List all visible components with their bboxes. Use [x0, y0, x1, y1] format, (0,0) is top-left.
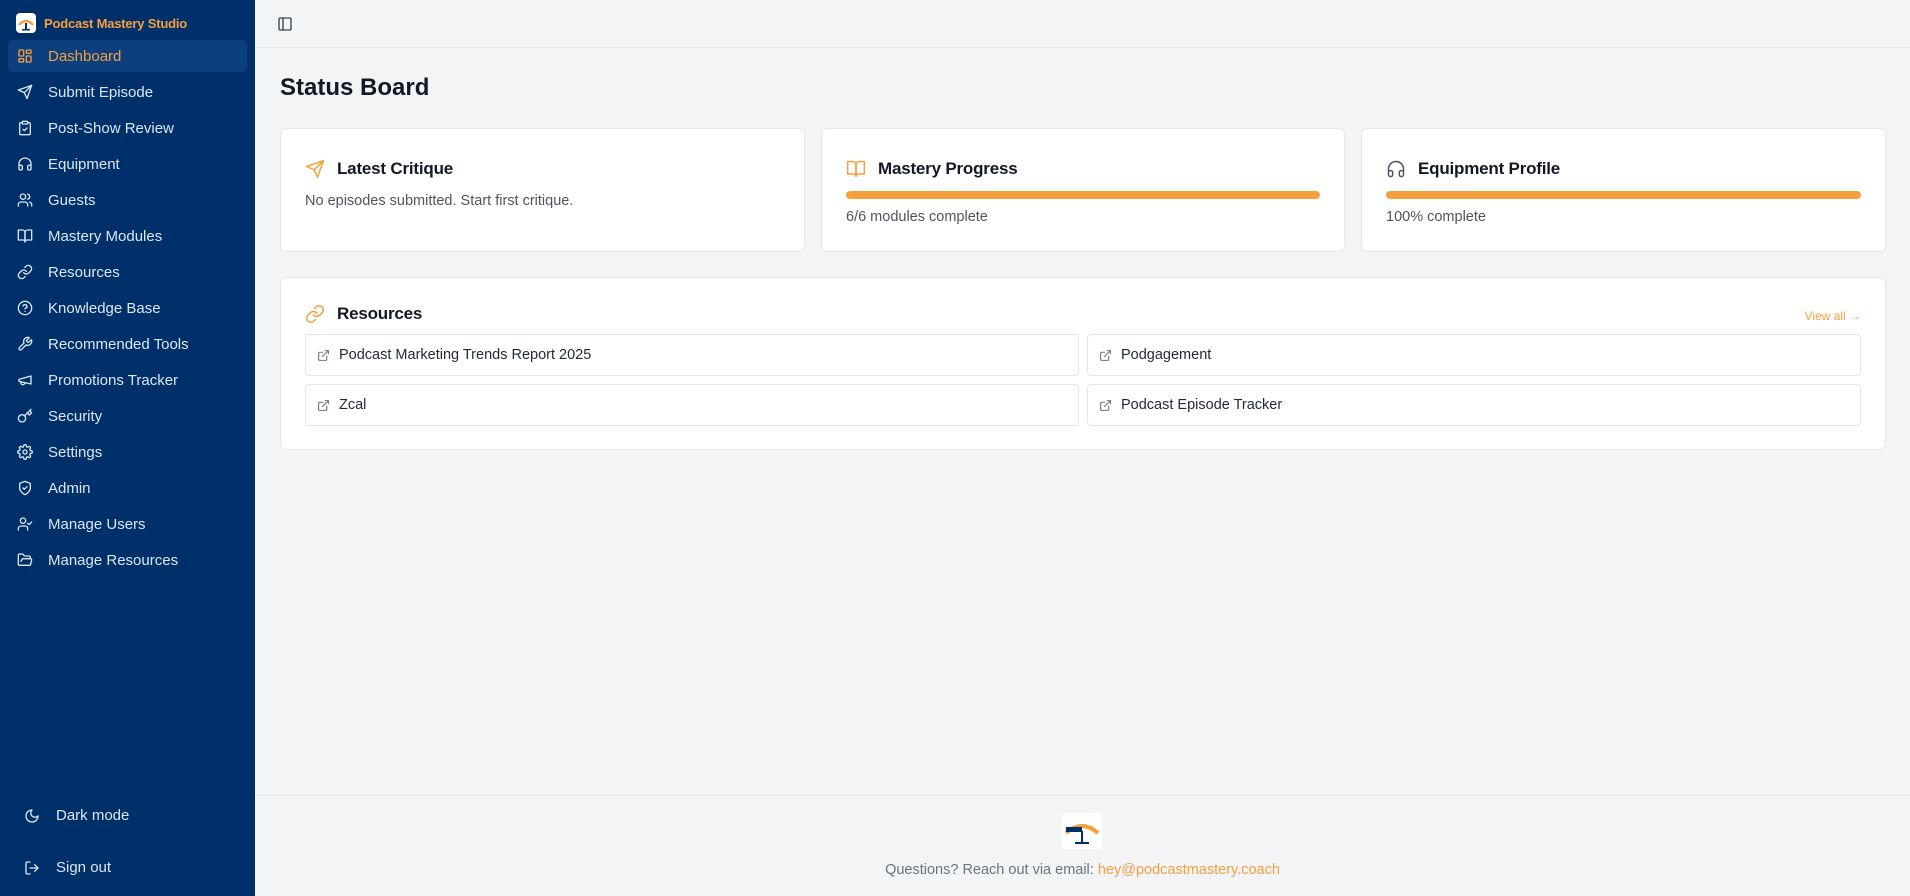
dark-mode-toggle[interactable]: Dark mode	[24, 807, 129, 824]
sidebar-item-label: Knowledge Base	[48, 299, 161, 317]
sidebar-item-label: Manage Users	[48, 515, 146, 533]
link-icon	[17, 264, 33, 280]
sidebar-item-label: Recommended Tools	[48, 335, 189, 353]
resource-link-label: Podcast Episode Tracker	[1121, 397, 1283, 413]
equipment-progress-fill	[1386, 191, 1861, 199]
sidebar-item-manage-resources[interactable]: Manage Resources	[8, 544, 247, 576]
user-check-icon	[17, 516, 33, 532]
log-out-icon	[24, 860, 40, 876]
card-title: Equipment Profile	[1418, 159, 1561, 178]
send-icon	[17, 84, 33, 100]
sidebar-item-dashboard[interactable]: Dashboard	[8, 40, 247, 72]
sidebar-item-label: Admin	[48, 479, 91, 497]
resource-link[interactable]: Podcast Episode Tracker	[1087, 384, 1861, 426]
sign-out-label: Sign out	[56, 859, 112, 876]
brand[interactable]: Podcast Mastery Studio	[16, 13, 187, 33]
help-circle-icon	[17, 300, 33, 316]
panel-left-icon	[278, 17, 292, 31]
megaphone-icon	[17, 372, 33, 388]
shield-check-icon	[17, 480, 33, 496]
external-link-icon	[317, 399, 330, 412]
resource-link-label: Zcal	[339, 397, 367, 413]
resource-link[interactable]: Podgagement	[1087, 334, 1861, 376]
brand-logo	[16, 13, 36, 33]
equipment-progress-text: 100% complete	[1386, 209, 1486, 225]
send-icon	[305, 159, 325, 179]
footer-email-link[interactable]: hey@podcastmastery.coach	[1098, 862, 1280, 878]
footer-contact: Questions? Reach out via email: hey@podc…	[255, 862, 1910, 878]
mastery-progress-fill	[846, 191, 1320, 199]
sidebar-item-label: Equipment	[48, 155, 120, 173]
dashboard-icon	[17, 48, 33, 64]
dark-mode-label: Dark mode	[56, 807, 130, 824]
sidebar-item-label: Dashboard	[48, 47, 122, 65]
sidebar-item-label: Security	[48, 407, 103, 425]
sign-out-button[interactable]: Sign out	[24, 859, 111, 876]
resource-link[interactable]: Podcast Marketing Trends Report 2025	[305, 334, 1079, 376]
external-link-icon	[317, 349, 330, 362]
sidebar-item-label: Promotions Tracker	[48, 371, 179, 389]
mastery-progress-text: 6/6 modules complete	[846, 209, 988, 225]
mastery-progress-bar	[846, 191, 1320, 199]
equipment-profile-card: Equipment Profile 100% complete	[1361, 128, 1886, 252]
sidebar-nav: Dashboard Submit Episode Post-Show Revie…	[8, 40, 247, 580]
book-open-icon	[17, 228, 33, 244]
wrench-icon	[17, 336, 33, 352]
sidebar-item-admin[interactable]: Admin	[8, 472, 247, 504]
sidebar-item-knowledge-base[interactable]: Knowledge Base	[8, 292, 247, 324]
key-icon	[17, 408, 33, 424]
sidebar-item-label: Resources	[48, 263, 120, 281]
mastery-progress-card: Mastery Progress 6/6 modules complete	[821, 128, 1345, 252]
footer-text: Questions? Reach out via email:	[885, 862, 1094, 878]
sidebar-item-label: Submit Episode	[48, 83, 154, 101]
footer: Questions? Reach out via email: hey@podc…	[255, 795, 1910, 896]
card-title: Mastery Progress	[878, 159, 1018, 178]
latest-critique-card: Latest Critique No episodes submitted. S…	[280, 128, 805, 252]
sidebar-item-post-show-review[interactable]: Post-Show Review	[8, 112, 247, 144]
sidebar-item-label: Manage Resources	[48, 551, 179, 569]
resource-link-label: Podcast Marketing Trends Report 2025	[339, 347, 592, 363]
resource-link[interactable]: Zcal	[305, 384, 1079, 426]
topbar	[255, 0, 1910, 48]
folder-open-icon	[17, 552, 33, 568]
equipment-progress-bar	[1386, 191, 1861, 199]
sidebar-item-label: Guests	[48, 191, 96, 209]
sidebar: Podcast Mastery Studio Dashboard Submit …	[0, 0, 255, 896]
moon-icon	[24, 808, 40, 824]
gear-icon	[17, 444, 33, 460]
sidebar-item-equipment[interactable]: Equipment	[8, 148, 247, 180]
sidebar-item-label: Settings	[48, 443, 103, 461]
external-link-icon	[1099, 349, 1112, 362]
resource-link-label: Podgagement	[1121, 347, 1212, 363]
link-icon	[305, 304, 325, 324]
sidebar-item-resources[interactable]: Resources	[8, 256, 247, 288]
sidebar-item-guests[interactable]: Guests	[8, 184, 247, 216]
sidebar-item-security[interactable]: Security	[8, 400, 247, 432]
book-open-icon	[846, 159, 866, 179]
sidebar-item-mastery-modules[interactable]: Mastery Modules	[8, 220, 247, 252]
sidebar-item-recommended-tools[interactable]: Recommended Tools	[8, 328, 247, 360]
view-all-link[interactable]: View all →	[1805, 309, 1861, 323]
users-icon	[17, 192, 33, 208]
sidebar-item-manage-users[interactable]: Manage Users	[8, 508, 247, 540]
sidebar-item-submit-episode[interactable]: Submit Episode	[8, 76, 247, 108]
sidebar-toggle-button[interactable]	[277, 16, 293, 32]
card-title: Latest Critique	[337, 159, 454, 178]
page-title: Status Board	[280, 74, 430, 101]
resources-title: Resources	[337, 304, 423, 323]
footer-logo	[1062, 813, 1102, 849]
sidebar-item-settings[interactable]: Settings	[8, 436, 247, 468]
resources-card: Resources View all → Podcast Marketing T…	[280, 277, 1886, 450]
critique-status-text: No episodes submitted. Start first criti…	[305, 193, 574, 209]
sidebar-item-label: Mastery Modules	[48, 227, 163, 245]
headphones-icon	[1386, 159, 1406, 179]
brand-name: Podcast Mastery Studio	[44, 15, 187, 31]
sidebar-item-promotions-tracker[interactable]: Promotions Tracker	[8, 364, 247, 396]
headphones-icon	[17, 156, 33, 172]
clipboard-check-icon	[17, 120, 33, 136]
sidebar-item-label: Post-Show Review	[48, 119, 174, 137]
external-link-icon	[1099, 399, 1112, 412]
